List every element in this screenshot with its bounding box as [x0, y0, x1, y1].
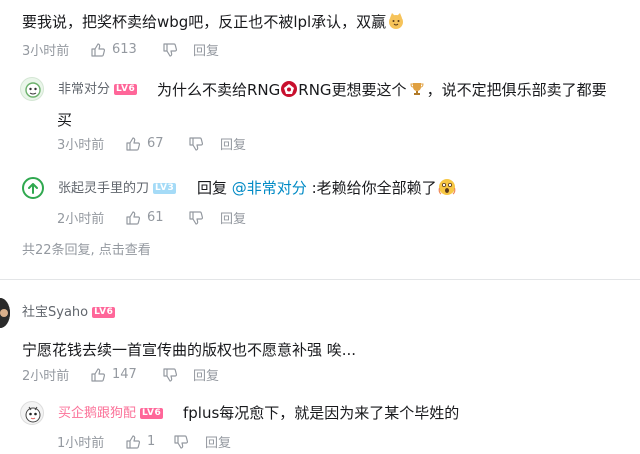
thumb-up-icon: [126, 137, 141, 151]
thumb-up-icon: [91, 368, 106, 382]
username[interactable]: 买企鹅跟狗配 LV6: [58, 406, 164, 422]
reply-text: 回复 @非常对分 :老赖给你全部赖了: [197, 177, 456, 199]
like-button[interactable]: 613: [90, 42, 137, 58]
thumb-down-icon: [174, 435, 189, 449]
comment-time: 1小时前: [57, 436, 105, 451]
reply-body-part: RNG更想要这个: [298, 81, 407, 99]
thumb-down-icon: [189, 211, 204, 225]
thumb-down-icon: [163, 43, 178, 57]
level-badge: LV6: [92, 307, 116, 318]
comment-time: 3小时前: [57, 138, 105, 153]
reply-button[interactable]: 回复: [193, 369, 219, 385]
rng-logo-icon: [280, 80, 298, 98]
like-count: 1: [147, 434, 156, 449]
reply-button[interactable]: 回复: [193, 44, 219, 60]
reply-prefix: 回复: [197, 179, 232, 197]
dislike-button[interactable]: [188, 210, 204, 226]
level-badge: LV6: [140, 408, 164, 419]
avatar[interactable]: [20, 77, 44, 101]
mention-link[interactable]: @非常对分: [232, 179, 307, 197]
avatar[interactable]: [0, 298, 10, 328]
reply-body-part: ，说不定把俱乐部卖了都要: [426, 81, 607, 99]
comment-text: 宁愿花钱去续一首宣传曲的版权也不愿意补强 唉...: [22, 341, 357, 359]
username[interactable]: 非常对分 LV6: [58, 82, 138, 98]
avatar[interactable]: [22, 177, 44, 199]
level-badge: LV6: [114, 84, 138, 95]
avatar[interactable]: [20, 401, 44, 425]
username-text[interactable]: 非常对分: [58, 82, 110, 97]
reply-text-line2: 买: [57, 111, 73, 129]
level-badge: LV3: [153, 183, 177, 194]
like-button[interactable]: 1: [125, 434, 155, 450]
dislike-button[interactable]: [162, 42, 178, 58]
reply-button[interactable]: 回复: [220, 212, 246, 228]
like-count: 61: [147, 210, 164, 225]
comment-body: 要我说，把奖杯卖给wbg吧，反正也不被lpl承认，双赢: [22, 13, 387, 31]
like-count: 67: [147, 136, 164, 151]
thread-divider: [0, 279, 640, 280]
view-more-replies-link[interactable]: 共22条回复, 点击查看: [22, 243, 151, 259]
dislike-button[interactable]: [188, 136, 204, 152]
thumb-down-icon: [189, 137, 204, 151]
like-button[interactable]: 67: [125, 136, 164, 152]
reply-body-part: :老赖给你全部赖了: [306, 179, 437, 197]
thumb-up-icon: [126, 435, 141, 449]
reply-text: fplus每况愈下，就是因为来了某个毕姓的: [183, 404, 460, 422]
reply-button[interactable]: 回复: [220, 138, 246, 154]
like-count: 613: [112, 42, 137, 57]
username[interactable]: 社宝Syaho LV6: [22, 305, 116, 321]
trophy-icon: [409, 81, 425, 97]
like-button[interactable]: 147: [90, 367, 137, 383]
like-button[interactable]: 61: [125, 210, 164, 226]
like-count: 147: [112, 367, 137, 382]
reply-button[interactable]: 回复: [205, 436, 231, 452]
dislike-button[interactable]: [162, 367, 178, 383]
comment-time: 2小时前: [57, 212, 105, 227]
username-text[interactable]: 买企鹅跟狗配: [58, 406, 136, 421]
username[interactable]: 张起灵手里的刀 LV3: [58, 181, 177, 197]
reply-body-part: 为什么不卖给RNG: [157, 81, 281, 99]
dislike-button[interactable]: [173, 434, 189, 450]
username-text[interactable]: 张起灵手里的刀: [58, 181, 149, 196]
comment-text: 要我说，把奖杯卖给wbg吧，反正也不被lpl承认，双赢: [22, 11, 405, 33]
thumb-up-icon: [91, 43, 106, 57]
shocked-face-icon: [438, 178, 456, 196]
thumb-up-icon: [126, 211, 141, 225]
comment-time: 3小时前: [22, 44, 70, 59]
reply-text: 为什么不卖给RNG RNG更想要这个 ，说不定把俱乐部卖了都要: [157, 79, 607, 101]
cat-emoji-icon: [387, 12, 405, 30]
comment-time: 2小时前: [22, 369, 70, 384]
username-text[interactable]: 社宝Syaho: [22, 305, 88, 320]
thumb-down-icon: [163, 368, 178, 382]
